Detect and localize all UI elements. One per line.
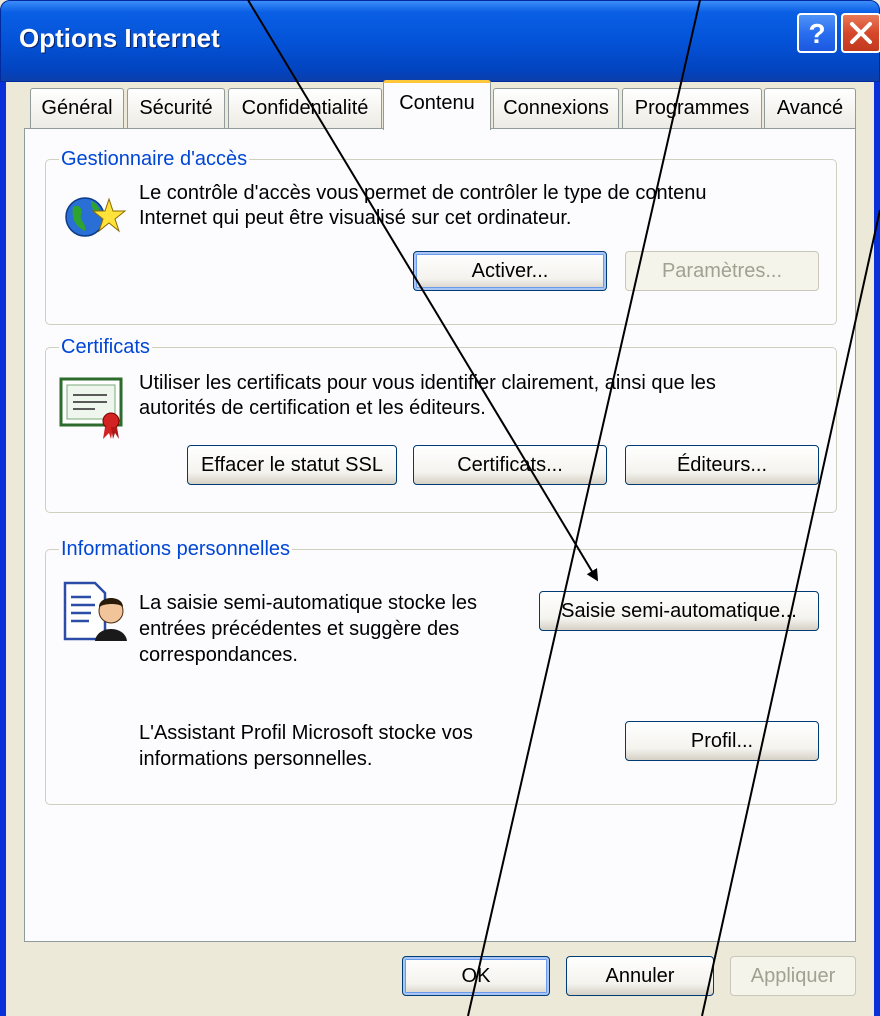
certificates-title: Certificats	[59, 335, 152, 359]
window-border-left	[0, 82, 6, 1016]
window-title: Options Internet	[19, 23, 220, 53]
tab-programs[interactable]: Programmes	[622, 88, 762, 128]
clear-ssl-state-label: Effacer le statut SSL	[201, 454, 383, 476]
globe-star-icon	[65, 197, 127, 237]
close-button[interactable]	[841, 13, 880, 53]
cancel-button[interactable]: Annuler	[566, 956, 714, 996]
tab-content[interactable]: Contenu	[383, 80, 491, 130]
profile-description-line2: informations personnelles.	[139, 748, 373, 770]
question-mark-icon: ?	[808, 18, 825, 49]
tab-connections[interactable]: Connexions	[493, 88, 619, 128]
close-x-icon	[850, 22, 872, 44]
svg-text:?: ?	[808, 18, 825, 49]
publishers-button[interactable]: Éditeurs...	[625, 445, 819, 485]
access-description-line1: Le contrôle d'accès vous permet de contr…	[139, 182, 707, 204]
access-manager-title: Gestionnaire d'accès	[59, 147, 250, 171]
help-button[interactable]: ?	[797, 13, 837, 53]
ok-button[interactable]: OK	[402, 956, 550, 996]
apply-button[interactable]: Appliquer	[730, 956, 856, 996]
content-tab-panel: Gestionnaire d'accès Le contrôle d'accès…	[24, 128, 856, 942]
certificate-ribbon-icon	[59, 377, 123, 439]
autocomplete-description-line1: La saisie semi-automatique stocke les	[139, 592, 477, 614]
autocomplete-description-line3: correspondances.	[139, 644, 298, 666]
access-description-line2: Internet qui peut être visualisé sur cet…	[139, 207, 572, 229]
tab-general[interactable]: Général	[30, 88, 124, 128]
clear-ssl-state-button[interactable]: Effacer le statut SSL	[187, 445, 397, 485]
certificates-button[interactable]: Certificats...	[413, 445, 607, 485]
autocomplete-description-line2: entrées précédentes et suggère des	[139, 618, 460, 640]
window-border-right	[874, 82, 880, 1016]
certificates-description-line2: autorités de certification et les éditeu…	[139, 397, 486, 419]
personal-information-title: Informations personnelles	[59, 537, 293, 561]
document-person-icon	[63, 581, 127, 641]
title-bar[interactable]: Options Internet ?	[0, 0, 880, 82]
tab-privacy[interactable]: Confidentialité	[228, 88, 382, 128]
settings-button[interactable]: Paramètres...	[625, 251, 819, 291]
profile-button[interactable]: Profil...	[625, 721, 819, 761]
tab-advanced[interactable]: Avancé	[764, 88, 856, 128]
enable-button[interactable]: Activer...	[413, 251, 607, 291]
tab-security[interactable]: Sécurité	[127, 88, 225, 128]
certificates-description-line1: Utiliser les certificats pour vous ident…	[139, 372, 716, 394]
internet-options-dialog: Options Internet ? Général Sécurité Conf…	[0, 0, 880, 1016]
autocomplete-button[interactable]: Saisie semi-automatique...	[539, 591, 819, 631]
profile-description-line1: L'Assistant Profil Microsoft stocke vos	[139, 722, 473, 744]
